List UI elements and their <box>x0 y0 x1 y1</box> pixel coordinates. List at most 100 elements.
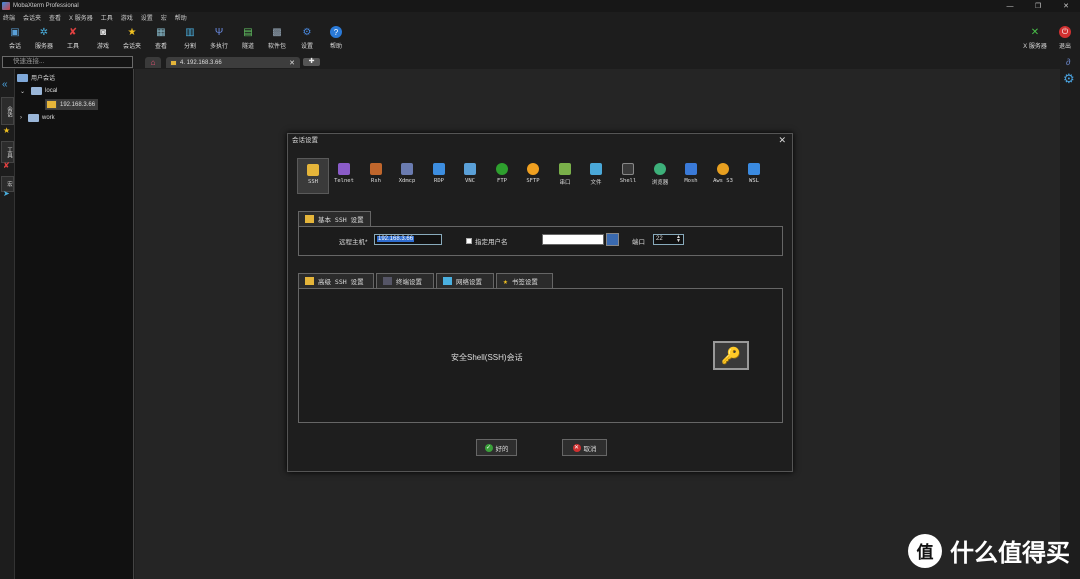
session-type-vnc[interactable]: VNC <box>454 158 486 194</box>
telnet-icon <box>338 163 350 175</box>
user-manager-icon[interactable] <box>606 233 619 246</box>
new-tab-button[interactable]: ✚ <box>303 58 320 66</box>
maximize-button[interactable]: ❐ <box>1024 0 1052 12</box>
menu-settings[interactable]: 设置 <box>141 13 153 22</box>
games-button[interactable]: ◙ 游戏 <box>89 26 117 51</box>
username-select[interactable] <box>542 234 604 245</box>
vtab-tools[interactable]: 工具 <box>1 141 14 163</box>
session-button[interactable]: ▣ 会话 <box>1 26 29 51</box>
attachment-icon[interactable]: ∂ <box>1066 57 1070 67</box>
folder-icon <box>28 114 39 122</box>
tab-advanced-ssh-settings[interactable]: 高级 SSH 设置 <box>298 273 374 288</box>
packages-icon: ▩ <box>272 26 282 38</box>
menu-help[interactable]: 帮助 <box>175 13 187 22</box>
session-type-ftp[interactable]: FTP <box>486 158 518 194</box>
view-button[interactable]: ▦ 查看 <box>147 26 175 51</box>
session-type-ssh[interactable]: SSH <box>297 158 329 194</box>
port-label: 端口 <box>632 239 645 246</box>
menu-terminal[interactable]: 终端 <box>3 13 15 22</box>
tree-root[interactable]: 用户会话 <box>17 73 55 82</box>
xserver-button[interactable]: ✕ X 服务器 <box>1021 26 1049 51</box>
close-window-button[interactable]: ✕ <box>1052 0 1080 12</box>
session-type-mosh[interactable]: Mosh <box>675 158 707 194</box>
split-button[interactable]: ▥ 分割 <box>176 26 204 51</box>
menu-games[interactable]: 游戏 <box>121 13 133 22</box>
close-tab-button[interactable]: ✕ <box>289 59 295 67</box>
tunnel-button[interactable]: ▤ 隧道 <box>234 26 262 51</box>
session-type-shell[interactable]: Shell <box>612 158 644 194</box>
games-icon: ◙ <box>99 26 107 38</box>
sessions-star-icon: ★ <box>127 26 137 38</box>
session-type-browser[interactable]: 浏览器 <box>644 158 676 194</box>
tree-folder-work[interactable]: › work <box>20 114 55 122</box>
dialog-title: 会话设置 <box>292 137 318 144</box>
tab-terminal-settings[interactable]: 终端设置 <box>376 273 434 288</box>
session-type-rdp[interactable]: RDP <box>423 158 455 194</box>
aws-s3-icon <box>717 163 729 175</box>
gear-icon[interactable]: ⚙ <box>1063 71 1075 87</box>
user-sessions-icon <box>17 73 28 82</box>
tree-folder-local[interactable]: ⌄ local <box>20 87 57 95</box>
ssh-key-icon <box>305 215 314 223</box>
menu-macros[interactable]: 宏 <box>161 13 167 22</box>
split-icon: ▥ <box>185 26 195 38</box>
session-type-telnet[interactable]: Telnet <box>328 158 360 194</box>
basic-settings-panel: 远程主机* 192.168.3.66 指定用户名 端口 22 ▲ ▼ <box>298 226 783 256</box>
terminal-icon <box>383 277 392 285</box>
watermark-text: 什么值得买 <box>950 540 1070 567</box>
session-type-wsl[interactable]: WSL <box>738 158 770 194</box>
cancel-icon: ✕ <box>572 443 581 452</box>
home-tab[interactable]: ⌂ <box>145 57 161 68</box>
exit-button[interactable]: ⏻ 退出 <box>1051 26 1079 50</box>
menu-xserver[interactable]: X 服务器 <box>69 13 93 22</box>
port-input[interactable]: 22 ▲ ▼ <box>653 234 684 245</box>
shell-icon <box>622 163 634 175</box>
session-tab[interactable]: 4. 192.168.3.66 ✕ <box>166 57 300 68</box>
packages-button[interactable]: ▩ 软件包 <box>263 26 291 51</box>
cancel-button[interactable]: ✕ 取消 <box>562 439 607 456</box>
tab-bookmark-settings[interactable]: ★ 书签设置 <box>496 273 553 288</box>
tools-icon: ✘ <box>68 26 78 38</box>
ok-button[interactable]: ✓ 好的 <box>476 439 517 456</box>
tab-network-settings[interactable]: 网络设置 <box>436 273 494 288</box>
menu-view[interactable]: 查看 <box>49 13 61 22</box>
wsl-icon <box>748 163 760 175</box>
quick-connect-input[interactable]: 快速连接... <box>2 56 133 68</box>
title-bar: MobaXterm Professional — ❐ ✕ <box>0 0 1080 12</box>
menu-tools[interactable]: 工具 <box>101 13 113 22</box>
remote-host-label: 远程主机* <box>339 239 368 246</box>
dialog-close-button[interactable]: ✕ <box>778 135 786 146</box>
help-button[interactable]: ? 帮助 <box>322 26 350 50</box>
watermark-logo: 值 <box>908 533 942 568</box>
ftp-icon <box>496 163 508 175</box>
servers-button[interactable]: ✲ 服务器 <box>30 26 58 51</box>
multiexec-button[interactable]: Ψ 多执行 <box>205 26 233 51</box>
session-type-serial[interactable]: 串口 <box>549 158 581 194</box>
tools-button[interactable]: ✘ 工具 <box>59 26 87 51</box>
session-type-file[interactable]: 文件 <box>580 158 612 194</box>
left-strip: « 会话 ★ 工具 ✘ 宏 ➤ <box>0 69 15 579</box>
tunnel-icon: ▤ <box>243 26 253 38</box>
settings-button[interactable]: ⚙ 设置 <box>293 26 321 51</box>
app-icon <box>2 2 10 10</box>
remote-host-input[interactable]: 192.168.3.66 <box>374 234 442 245</box>
tools-small-icon: ✘ <box>3 161 10 170</box>
session-type-rsh[interactable]: Rsh <box>360 158 392 194</box>
spinner-arrows-icon[interactable]: ▲ ▼ <box>676 235 681 244</box>
session-type-xdmcp[interactable]: Xdmcp <box>391 158 423 194</box>
tree-session-item[interactable]: 192.168.3.66 <box>45 99 99 110</box>
session-type-sftp[interactable]: SFTP <box>517 158 549 194</box>
ssh-key-icon <box>46 100 57 109</box>
rsh-icon <box>370 163 382 175</box>
tab-basic-ssh-settings[interactable]: 基本 SSH 设置 <box>298 211 371 226</box>
quick-bar: 快速连接... ⌂ 4. 192.168.3.66 ✕ ✚ <box>0 55 1080 69</box>
minimize-button[interactable]: — <box>996 0 1024 12</box>
session-settings-dialog: 会话设置 ✕ SSH Telnet Rsh Xdmcp RDP VNC FTP … <box>287 133 793 472</box>
session-type-aws-s3[interactable]: Aws S3 <box>707 158 739 194</box>
sessions-star-button[interactable]: ★ 会话夹 <box>118 26 146 51</box>
collapse-sidebar-icon[interactable]: « <box>2 79 8 90</box>
specify-username-checkbox[interactable] <box>466 238 472 244</box>
menu-sessions[interactable]: 会话夹 <box>23 13 41 22</box>
advanced-panel: 安全Shell(SSH)会话 <box>298 288 783 423</box>
vtab-sessions[interactable]: 会话 <box>1 97 14 125</box>
